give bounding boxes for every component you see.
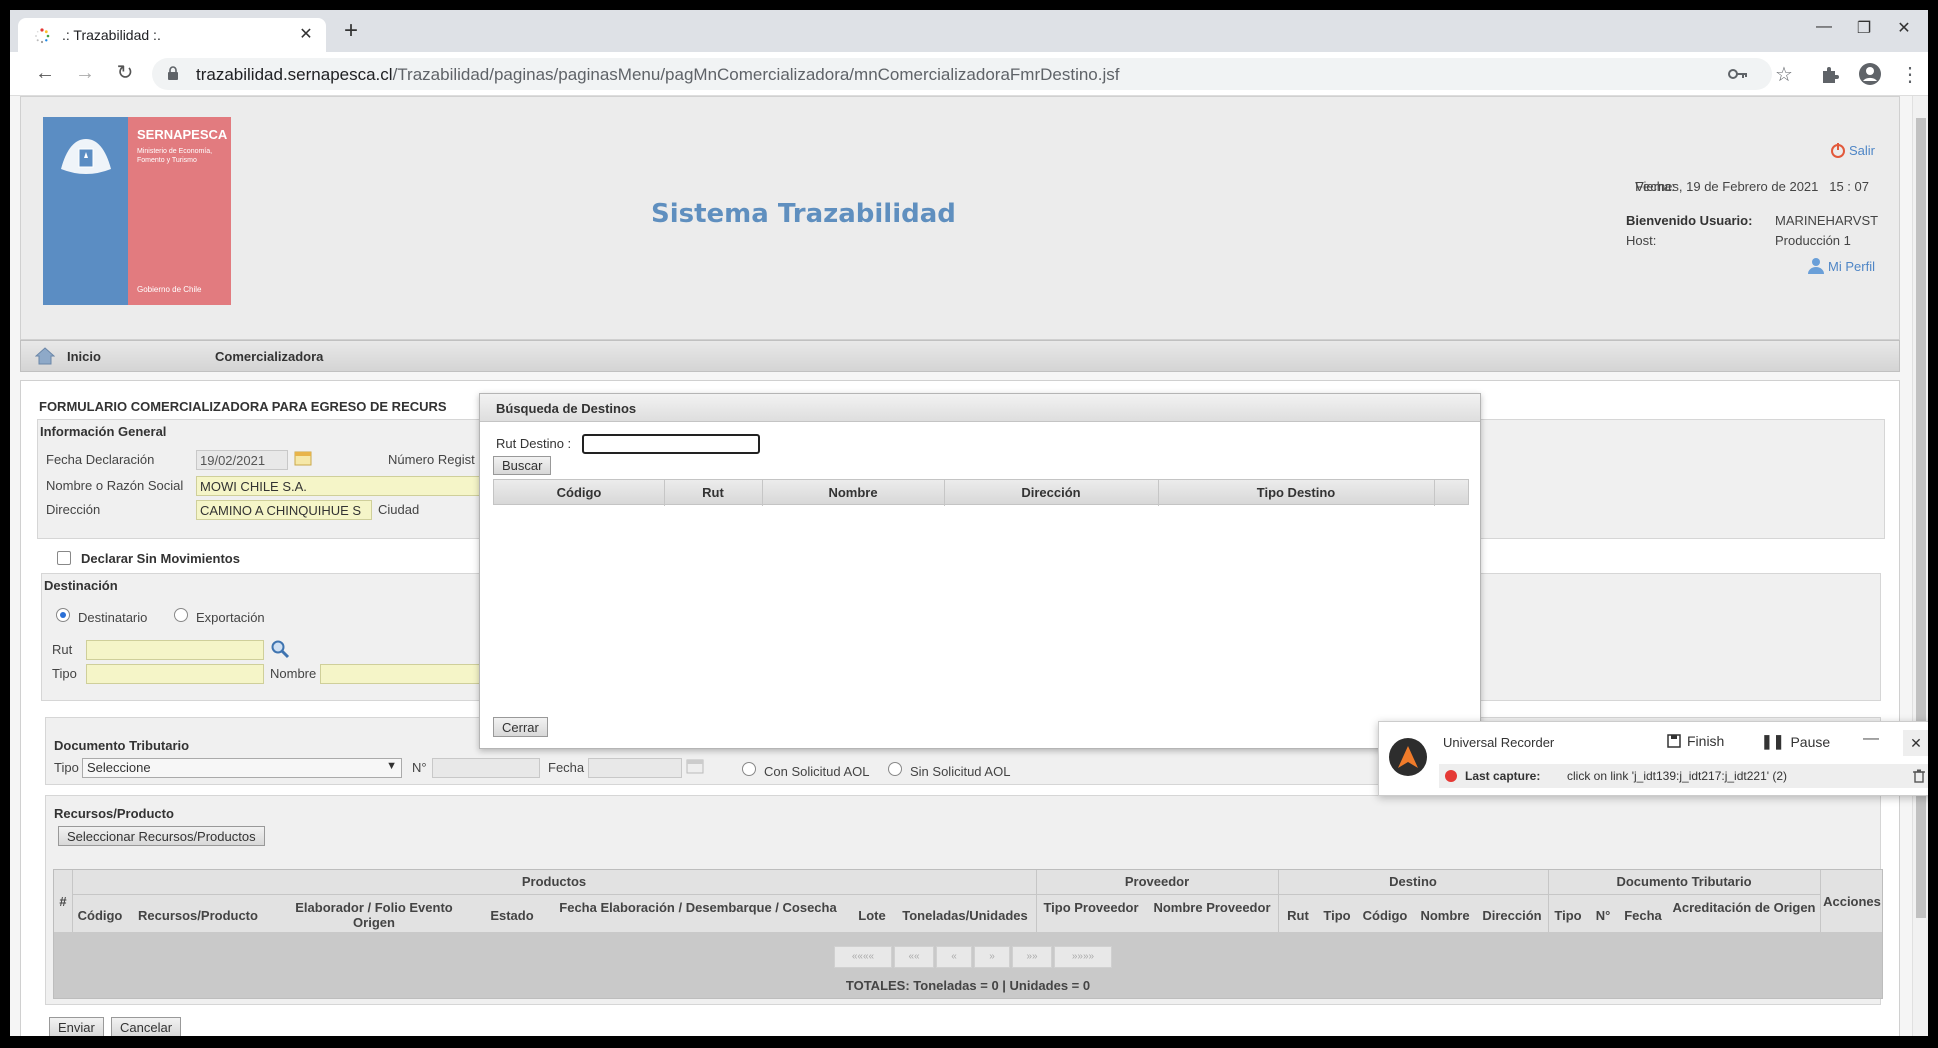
- close-tab-icon[interactable]: ✕: [296, 24, 316, 44]
- menu-comercializadora[interactable]: Comercializadora: [215, 349, 323, 364]
- url-input[interactable]: trazabilidad.sernapesca.cl/Trazabilidad/…: [152, 58, 1772, 90]
- dialog-title: Búsqueda de Destinos: [496, 401, 637, 416]
- totales: TOTALES: Toneladas = 0 | Unidades = 0: [845, 978, 1091, 993]
- fecha-info: Fecha: Viernes, 19 de Febrero de 2021 15 …: [1635, 179, 1869, 194]
- form-title: FORMULARIO COMERCIALIZADORA PARA EGRESO …: [39, 399, 447, 414]
- tab-strip: .: Trazabilidad :. ✕ + — ❐ ✕: [10, 10, 1928, 52]
- trash-icon[interactable]: [1913, 769, 1925, 783]
- cancelar-button[interactable]: Cancelar: [111, 1017, 182, 1036]
- declarar-label: Declarar Sin Movimientos: [81, 551, 240, 566]
- nombre-destino-input[interactable]: [320, 664, 480, 684]
- last-capture-bar: Last capture: click on link 'j_idt139:j_…: [1439, 764, 1928, 788]
- scrollbar-thumb[interactable]: [1916, 118, 1926, 918]
- finish-button[interactable]: Finish: [1667, 733, 1724, 749]
- pager-prev[interactable]: «: [936, 946, 972, 968]
- salir-link[interactable]: Salir: [1829, 141, 1875, 159]
- tab-title: .: Trazabilidad :.: [62, 27, 161, 43]
- busqueda-destinos-dialog: Búsqueda de Destinos Rut Destino : Busca…: [479, 393, 1481, 749]
- menu-inicio[interactable]: Inicio: [67, 349, 101, 364]
- page-title: Sistema Trazabilidad: [651, 199, 956, 229]
- calendar-icon[interactable]: [294, 450, 312, 466]
- sernapesca-logo: SERNAPESCA Ministerio de Economía, Fomen…: [43, 117, 231, 305]
- welcome-label: Bienvenido Usuario:: [1626, 213, 1753, 228]
- power-icon: [1830, 143, 1845, 158]
- recorder-logo-icon: [1389, 738, 1427, 776]
- close-window-icon[interactable]: ✕: [1884, 18, 1924, 44]
- browser-tab[interactable]: .: Trazabilidad :. ✕: [18, 18, 326, 52]
- pager-fast-next[interactable]: »»: [1012, 946, 1052, 968]
- browser-window: .: Trazabilidad :. ✕ + — ❐ ✕ ← → ↻ traza…: [10, 10, 1928, 1036]
- reload-icon[interactable]: ↻: [112, 62, 138, 86]
- user-icon: [1808, 258, 1825, 274]
- new-tab-icon[interactable]: +: [336, 18, 366, 44]
- exportacion-radio[interactable]: [174, 608, 188, 622]
- pager-fast-prev[interactable]: ««: [894, 946, 934, 968]
- con-solicitud-aol-radio[interactable]: [742, 762, 756, 776]
- key-icon[interactable]: [1726, 62, 1750, 86]
- profile-icon[interactable]: [1858, 62, 1882, 86]
- rut-destino-input[interactable]: [86, 640, 264, 660]
- back-icon[interactable]: ←: [32, 62, 58, 86]
- dialog-header: Búsqueda de Destinos: [480, 394, 1480, 422]
- save-icon: [1667, 734, 1681, 748]
- razon-social-input[interactable]: MOWI CHILE S.A.: [196, 476, 496, 496]
- fecha-declaracion-input[interactable]: 19/02/2021: [196, 450, 288, 470]
- buscar-button[interactable]: Buscar: [493, 456, 552, 475]
- close-recorder-icon[interactable]: ✕: [1903, 730, 1928, 756]
- site-header: SERNAPESCA Ministerio de Economía, Fomen…: [20, 96, 1900, 340]
- minimize-recorder-icon[interactable]: —: [1863, 730, 1879, 748]
- sin-solicitud-aol-radio[interactable]: [888, 762, 902, 776]
- pause-icon: ❚❚: [1761, 733, 1785, 749]
- grid-pager: «««« «« « » »» »»»»: [834, 946, 1112, 968]
- pause-button[interactable]: ❚❚ Pause: [1761, 733, 1830, 750]
- rut-destino-search-input[interactable]: [582, 434, 760, 454]
- numero-documento-input[interactable]: [432, 758, 540, 778]
- minimize-icon[interactable]: —: [1804, 18, 1844, 44]
- menu-dots-icon[interactable]: ⋮: [1898, 62, 1922, 86]
- home-icon[interactable]: [35, 347, 55, 365]
- tipo-destino-input[interactable]: [86, 664, 264, 684]
- star-icon[interactable]: ☆: [1772, 62, 1796, 86]
- address-bar: ← → ↻ trazabilidad.sernapesca.cl/Trazabi…: [10, 52, 1928, 96]
- enviar-button[interactable]: Enviar: [49, 1017, 104, 1036]
- declarar-sin-movimientos-checkbox[interactable]: [57, 551, 71, 565]
- universal-recorder-widget: Universal Recorder Finish ❚❚ Pause — ✕ L…: [1378, 721, 1928, 796]
- last-capture-value: click on link 'j_idt139:j_idt217:j_idt22…: [1567, 769, 1788, 783]
- grid-header: # Productos Proveedor Destino Documento …: [54, 870, 1882, 932]
- cerrar-button[interactable]: Cerrar: [493, 717, 548, 737]
- recorder-title: Universal Recorder: [1443, 735, 1555, 750]
- extensions-icon[interactable]: [1818, 62, 1842, 86]
- productos-grid: # Productos Proveedor Destino Documento …: [53, 869, 1883, 999]
- tipo-documento-select[interactable]: Seleccione ▼: [82, 758, 402, 778]
- chevron-down-icon: ▼: [386, 760, 397, 772]
- loading-spinner-icon: [35, 28, 50, 44]
- lock-icon: [168, 66, 178, 80]
- host-label: Host:: [1626, 233, 1657, 248]
- welcome-user: MARINEHARVST: [1775, 213, 1879, 228]
- pager-first[interactable]: ««««: [834, 946, 892, 968]
- calendar-icon[interactable]: [686, 758, 704, 774]
- destinos-grid-header: Código Rut Nombre Dirección Tipo Destino: [493, 479, 1469, 506]
- direccion-input[interactable]: CAMINO A CHINQUIHUE S: [196, 500, 372, 520]
- pager-next[interactable]: »: [974, 946, 1010, 968]
- search-icon[interactable]: [270, 639, 290, 659]
- page-scrollbar[interactable]: [1912, 96, 1928, 1036]
- fecha-documento-input[interactable]: [588, 758, 682, 778]
- mi-perfil-link[interactable]: Mi Perfil: [1806, 257, 1875, 275]
- pager-last[interactable]: »»»»: [1054, 946, 1112, 968]
- destinatario-radio[interactable]: [56, 608, 70, 622]
- restore-icon[interactable]: ❐: [1844, 18, 1884, 44]
- coat-of-arms-icon: [61, 139, 111, 174]
- host-value: Producción 1: [1775, 233, 1851, 248]
- url-text: trazabilidad.sernapesca.cl/Trazabilidad/…: [196, 65, 1120, 84]
- forward-icon[interactable]: →: [72, 62, 98, 86]
- seleccionar-recursos-button[interactable]: Seleccionar Recursos/Productos: [58, 826, 265, 846]
- menu-bar: Inicio Comercializadora: [20, 340, 1900, 372]
- recording-indicator-icon: [1445, 770, 1457, 782]
